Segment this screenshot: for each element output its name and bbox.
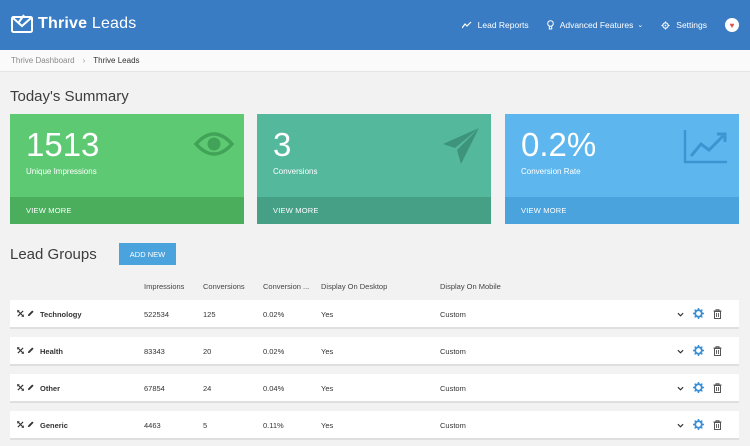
trash-icon[interactable] xyxy=(713,382,722,395)
top-header: Thrive Leads Lead Reports Advanced Featu… xyxy=(0,0,750,50)
move-arrows-icon[interactable] xyxy=(16,383,25,393)
row-display-mobile: Custom xyxy=(440,384,466,393)
row-conversions: 5 xyxy=(203,421,208,430)
row-name[interactable]: Health xyxy=(40,347,63,356)
table-row[interactable]: Other 67854 24 0.04% Yes Custom xyxy=(10,374,739,403)
breadcrumb-separator: › xyxy=(82,56,86,65)
impressions-label: Unique Impressions xyxy=(26,167,97,176)
row-display-desktop: Yes xyxy=(321,347,334,356)
impressions-card: 1513 Unique Impressions VIEW MORE xyxy=(10,114,244,224)
row-conversion-rate: 0.11% xyxy=(263,421,284,430)
row-conversions: 24 xyxy=(203,384,212,393)
move-arrows-icon[interactable] xyxy=(16,346,25,356)
row-name[interactable]: Technology xyxy=(40,310,82,319)
row-display-mobile: Custom xyxy=(440,421,466,430)
conversions-label: Conversions xyxy=(273,167,318,176)
nav-settings-label: Settings xyxy=(676,20,707,30)
row-impressions: 4463 xyxy=(144,421,161,430)
lead-groups-title: Lead Groups xyxy=(10,246,97,263)
edit-pencil-icon[interactable] xyxy=(27,384,34,393)
chart-line-icon xyxy=(461,21,472,29)
logo-text: Thrive Leads xyxy=(38,15,137,32)
edit-pencil-icon[interactable] xyxy=(27,310,34,319)
breadcrumb-current: Thrive Leads xyxy=(93,56,140,65)
row-conversion-rate: 0.04% xyxy=(263,384,285,393)
impressions-view-more[interactable]: VIEW MORE xyxy=(10,197,244,224)
chevron-down-icon[interactable] xyxy=(677,384,684,393)
nav-settings[interactable]: Settings xyxy=(661,20,707,30)
row-display-desktop: Yes xyxy=(321,310,334,319)
user-avatar[interactable]: ♥ xyxy=(725,18,739,32)
lightbulb-icon xyxy=(546,20,554,30)
gear-icon[interactable] xyxy=(693,419,704,432)
row-conversions: 125 xyxy=(203,310,216,319)
move-arrows-icon[interactable] xyxy=(16,309,25,319)
table-row[interactable]: Generic 4463 5 0.11% Yes Custom xyxy=(10,411,739,440)
row-conversions: 20 xyxy=(203,347,212,356)
row-impressions: 67854 xyxy=(144,384,165,393)
nav-lead-reports[interactable]: Lead Reports xyxy=(461,20,529,30)
column-header-conversions[interactable]: Conversions xyxy=(203,282,245,291)
chevron-down-icon: ⌄ xyxy=(637,22,644,29)
conversion-rate-label: Conversion Rate xyxy=(521,167,581,176)
conversion-rate-view-more[interactable]: VIEW MORE xyxy=(505,197,739,224)
table-row[interactable]: Health 83343 20 0.02% Yes Custom xyxy=(10,337,739,366)
gear-icon[interactable] xyxy=(693,308,704,321)
thrive-leads-logo[interactable]: Thrive Leads xyxy=(11,13,136,35)
row-conversion-rate: 0.02% xyxy=(263,310,285,319)
trend-chart-icon xyxy=(683,130,727,164)
row-display-mobile: Custom xyxy=(440,310,466,319)
gear-icon[interactable] xyxy=(693,382,704,395)
trash-icon[interactable] xyxy=(713,345,722,358)
paper-plane-icon xyxy=(443,128,479,164)
chevron-down-icon[interactable] xyxy=(677,347,684,356)
main-nav: Lead Reports Advanced Features ⌄ Setting… xyxy=(461,0,750,50)
conversions-view-more[interactable]: VIEW MORE xyxy=(257,197,491,224)
row-display-desktop: Yes xyxy=(321,421,334,430)
row-display-mobile: Custom xyxy=(440,347,466,356)
summary-title: Today's Summary xyxy=(10,88,129,105)
column-header-display-mobile[interactable]: Display On Mobile xyxy=(440,282,501,291)
add-new-button[interactable]: ADD NEW xyxy=(119,243,176,265)
table-row[interactable]: Technology 522534 125 0.02% Yes Custom xyxy=(10,300,739,329)
row-impressions: 522534 xyxy=(144,310,170,319)
chevron-down-icon[interactable] xyxy=(677,310,684,319)
move-arrows-icon[interactable] xyxy=(16,420,25,430)
conversions-value: 3 xyxy=(273,126,292,163)
conversions-card: 3 Conversions VIEW MORE xyxy=(257,114,491,224)
row-display-desktop: Yes xyxy=(321,384,334,393)
row-conversion-rate: 0.02% xyxy=(263,347,285,356)
nav-lead-reports-label: Lead Reports xyxy=(477,20,529,30)
breadcrumb: Thrive Dashboard › Thrive Leads xyxy=(0,50,750,72)
edit-pencil-icon[interactable] xyxy=(27,347,34,356)
chevron-down-icon[interactable] xyxy=(677,421,684,430)
nav-advanced-features-label: Advanced Features xyxy=(559,20,634,30)
gear-icon xyxy=(661,20,670,30)
conversion-rate-value: 0.2% xyxy=(521,126,597,163)
column-header-conversion-rate[interactable]: Conversion ... xyxy=(263,282,313,291)
eye-icon xyxy=(194,132,234,156)
column-header-impressions[interactable]: Impressions xyxy=(144,282,184,291)
envelope-logo-icon xyxy=(11,14,33,33)
impressions-value: 1513 xyxy=(26,126,100,163)
breadcrumb-thrive-dashboard[interactable]: Thrive Dashboard xyxy=(11,56,75,65)
column-header-display-desktop[interactable]: Display On Desktop xyxy=(321,282,387,291)
trash-icon[interactable] xyxy=(713,419,722,432)
row-name[interactable]: Generic xyxy=(40,421,68,430)
nav-advanced-features[interactable]: Advanced Features ⌄ xyxy=(546,20,644,30)
edit-pencil-icon[interactable] xyxy=(27,421,34,430)
gear-icon[interactable] xyxy=(693,345,704,358)
heart-icon: ♥ xyxy=(729,20,735,30)
row-name[interactable]: Other xyxy=(40,384,60,393)
row-impressions: 83343 xyxy=(144,347,165,356)
conversion-rate-card: 0.2% Conversion Rate VIEW MORE xyxy=(505,114,739,224)
trash-icon[interactable] xyxy=(713,308,722,321)
